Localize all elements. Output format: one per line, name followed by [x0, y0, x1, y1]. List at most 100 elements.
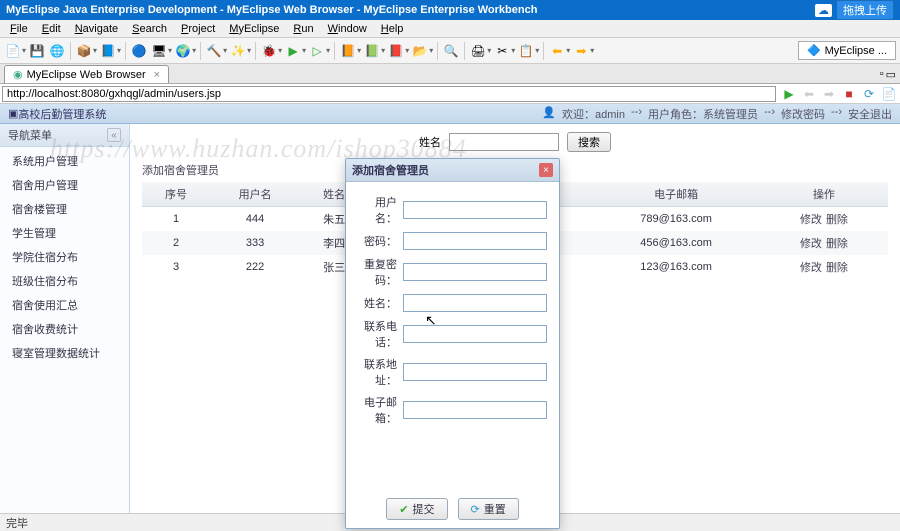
- wizard-icon[interactable]: ✨: [229, 42, 247, 60]
- input-password[interactable]: [403, 232, 547, 250]
- edit-link[interactable]: 修改: [800, 262, 822, 274]
- editor-tabbar: ◉ MyEclipse Web Browser × ▫ ▭: [0, 64, 900, 84]
- newfolder-icon[interactable]: 📂: [411, 42, 429, 60]
- sidebar-item-class[interactable]: 班级住宿分布: [0, 269, 129, 293]
- debug-icon[interactable]: 🐞: [260, 42, 278, 60]
- sidebar-item-usage[interactable]: 宿舍使用汇总: [0, 293, 129, 317]
- label-addr: 联系地址：: [358, 356, 397, 388]
- menu-window[interactable]: Window: [322, 22, 373, 36]
- newfile-icon[interactable]: 📕: [387, 42, 405, 60]
- sidebar-item-building[interactable]: 宿舍楼管理: [0, 197, 129, 221]
- go-icon[interactable]: ▶: [780, 85, 798, 103]
- th-idx: 序号: [142, 182, 210, 207]
- maximize-icon[interactable]: ▭: [886, 68, 896, 81]
- delete-link[interactable]: 删除: [826, 238, 848, 250]
- menu-help[interactable]: Help: [375, 22, 410, 36]
- sidebar-item-dormuser[interactable]: 宿舍用户管理: [0, 173, 129, 197]
- submit-button[interactable]: ✔提交: [386, 498, 447, 520]
- menu-edit[interactable]: Edit: [36, 22, 67, 36]
- deploy-icon[interactable]: 🔵: [130, 42, 148, 60]
- browser-icon[interactable]: 🌍: [174, 42, 192, 60]
- dialog-header[interactable]: 添加宿舍管理员 ×: [346, 159, 559, 182]
- run-icon[interactable]: ▶: [284, 42, 302, 60]
- addr-back-icon[interactable]: ⬅: [800, 85, 818, 103]
- sidebar-item-roomstat[interactable]: 寝室管理数据统计: [0, 341, 129, 365]
- jsp-icon[interactable]: 📙: [339, 42, 357, 60]
- sidebar-item-college[interactable]: 学院住宿分布: [0, 245, 129, 269]
- cut-icon[interactable]: ✂: [493, 42, 511, 60]
- home-icon[interactable]: 📄: [880, 85, 898, 103]
- th-user: 用户名: [210, 182, 300, 207]
- delete-link[interactable]: 删除: [826, 262, 848, 274]
- refresh-icon[interactable]: ⟳: [860, 85, 878, 103]
- input-addr[interactable]: [403, 363, 547, 381]
- tab-browser[interactable]: ◉ MyEclipse Web Browser ×: [4, 65, 169, 83]
- input-phone[interactable]: [403, 325, 547, 343]
- sidebar: 导航菜单 « 系统用户管理 宿舍用户管理 宿舍楼管理 学生管理 学院住宿分布 班…: [0, 124, 130, 514]
- perspective-icon: 🔷: [807, 44, 821, 57]
- run-last-icon[interactable]: ▷: [308, 42, 326, 60]
- server-icon[interactable]: 🖥: [150, 42, 168, 60]
- menu-navigate[interactable]: Navigate: [69, 22, 124, 36]
- minimize-icon[interactable]: ▫: [880, 68, 884, 81]
- search-label: 姓名: [419, 134, 441, 150]
- welcome-text: 欢迎：admin: [562, 106, 625, 122]
- paste-icon[interactable]: 📋: [517, 42, 535, 60]
- label-repwd: 重复密码：: [358, 256, 397, 288]
- safe-exit-link[interactable]: 安全退出: [848, 106, 892, 122]
- class-icon[interactable]: 📘: [99, 42, 117, 60]
- globe-icon[interactable]: 🌐: [48, 42, 66, 60]
- url-input[interactable]: [2, 86, 776, 102]
- upload-button[interactable]: 拖拽上传: [836, 0, 894, 20]
- address-bar: ▶ ⬅ ➡ ■ ⟳ 📄: [0, 84, 900, 104]
- menu-run[interactable]: Run: [287, 22, 319, 36]
- role-text: 用户角色：系统管理员: [648, 106, 758, 122]
- delete-link[interactable]: 删除: [826, 214, 848, 226]
- input-repwd[interactable]: [403, 263, 547, 281]
- sidebar-item-fee[interactable]: 宿舍收费统计: [0, 317, 129, 341]
- toolbar: 📄▾ 💾 🌐 📦▾ 📘▾ 🔵 🖥▾ 🌍▾ 🔨▾ ✨▾ 🐞▾ ▶▾ ▷▾ 📙▾ 📗…: [0, 38, 900, 64]
- save-icon[interactable]: 💾: [28, 42, 46, 60]
- package-icon[interactable]: 📦: [75, 42, 93, 60]
- input-email[interactable]: [403, 401, 547, 419]
- cloud-icon: ☁: [815, 4, 832, 17]
- forward-icon[interactable]: ➡: [572, 42, 590, 60]
- perspective-button[interactable]: 🔷 MyEclipse ...: [798, 41, 896, 60]
- stop-icon[interactable]: ■: [840, 85, 858, 103]
- menu-project[interactable]: Project: [175, 22, 221, 36]
- label-email: 电子邮箱：: [358, 394, 397, 426]
- status-text: 完毕: [6, 518, 28, 530]
- input-name[interactable]: [403, 294, 547, 312]
- label-phone: 联系电话：: [358, 318, 397, 350]
- th-op: 操作: [760, 182, 888, 207]
- app-logo-icon: ▣: [8, 107, 18, 120]
- addr-forward-icon[interactable]: ➡: [820, 85, 838, 103]
- newpkg-icon[interactable]: 📗: [363, 42, 381, 60]
- edit-link[interactable]: 修改: [800, 214, 822, 226]
- new-icon[interactable]: 📄: [4, 42, 22, 60]
- change-password-link[interactable]: 修改密码: [781, 106, 825, 122]
- menu-file[interactable]: File: [4, 22, 34, 36]
- sidebar-item-sysuser[interactable]: 系统用户管理: [0, 149, 129, 173]
- build-icon[interactable]: 🔨: [205, 42, 223, 60]
- search-input[interactable]: [449, 133, 559, 151]
- menu-myeclipse[interactable]: MyEclipse: [223, 22, 285, 36]
- input-username[interactable]: [403, 201, 547, 219]
- app-header: ▣ 高校后勤管理系统 👤 欢迎：admin --› 用户角色：系统管理员 --›…: [0, 104, 900, 124]
- window-title: MyEclipse Java Enterprise Development - …: [6, 4, 537, 16]
- search-row: 姓名 搜索: [142, 132, 888, 152]
- reset-button[interactable]: ⟳重置: [458, 498, 519, 520]
- search-tool-icon[interactable]: 🔍: [442, 42, 460, 60]
- th-email: 电子邮箱: [592, 182, 760, 207]
- back-icon[interactable]: ⬅: [548, 42, 566, 60]
- search-button[interactable]: 搜索: [567, 132, 611, 152]
- close-icon[interactable]: ×: [539, 163, 553, 177]
- label-username: 用户名：: [358, 194, 397, 226]
- sidebar-item-student[interactable]: 学生管理: [0, 221, 129, 245]
- menu-bar: File Edit Navigate Search Project MyEcli…: [0, 20, 900, 38]
- menu-search[interactable]: Search: [126, 22, 173, 36]
- edit-link[interactable]: 修改: [800, 238, 822, 250]
- collapse-icon[interactable]: «: [107, 128, 121, 142]
- tab-close-icon[interactable]: ×: [154, 69, 160, 81]
- print-icon[interactable]: 🖨: [469, 42, 487, 60]
